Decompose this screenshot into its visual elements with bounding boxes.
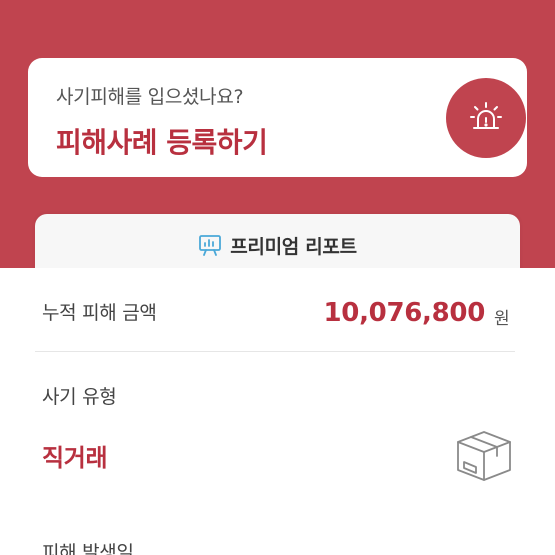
report-damage-card[interactable]: 사기피해를 입으셨나요? 피해사례 등록하기 [28, 58, 527, 177]
divider [35, 351, 515, 352]
occurrence-date-label: 피해 발생일 [42, 542, 134, 555]
report-cta-title[interactable]: 피해사례 등록하기 [56, 121, 268, 161]
premium-report-label: 프리미엄 리포트 [230, 235, 357, 258]
damage-amount-label: 누적 피해 금액 [42, 302, 157, 324]
premium-report-header[interactable]: 프리미엄 리포트 [35, 230, 520, 260]
siren-icon [470, 102, 502, 129]
damage-amount-value: 10,076,800 [323, 298, 486, 328]
presentation-chart-icon [199, 235, 222, 256]
siren-button[interactable] [446, 78, 526, 158]
damage-amount-unit: 원 [494, 309, 510, 329]
report-details: 누적 피해 금액 10,076,800 원 사기 유형 직거래 피해 발생일 [0, 268, 555, 555]
report-question: 사기피해를 입으셨나요? [56, 86, 244, 108]
package-box-icon [452, 420, 516, 488]
fraud-type-label: 사기 유형 [42, 386, 117, 408]
fraud-type-value: 직거래 [42, 444, 108, 472]
